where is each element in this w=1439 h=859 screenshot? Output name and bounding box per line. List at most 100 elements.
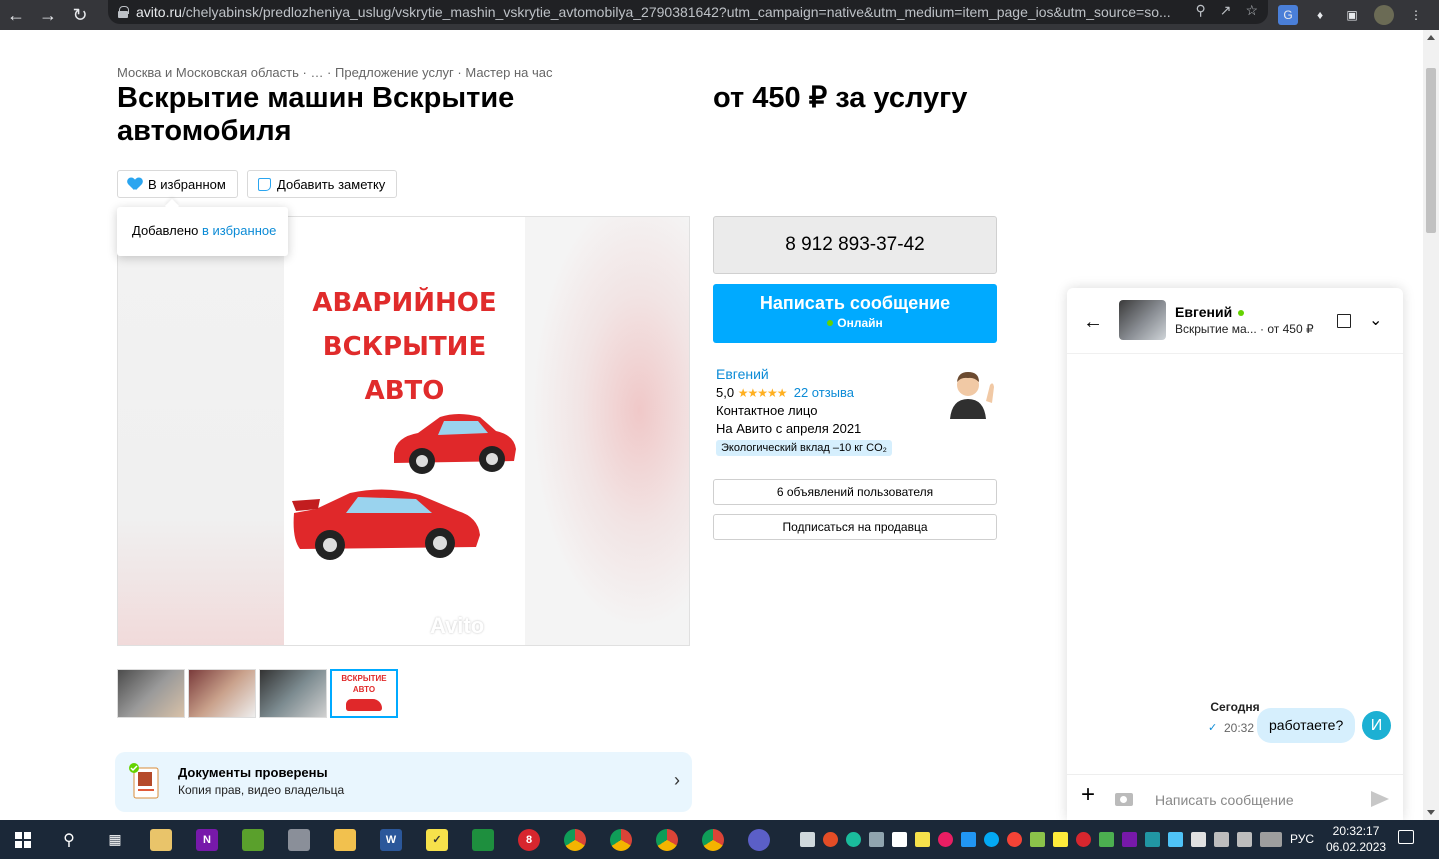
search-icon[interactable]: ⚲ <box>46 820 92 859</box>
file-icon[interactable] <box>138 820 184 859</box>
tray-icon[interactable] <box>984 832 999 847</box>
volume-icon[interactable] <box>1237 832 1252 847</box>
price: от 450 ₽ за услугу <box>713 82 968 114</box>
note-label: Добавить заметку <box>277 176 386 192</box>
forward-icon[interactable]: → <box>32 0 64 30</box>
camera-icon[interactable] <box>1115 793 1133 806</box>
tray-icon[interactable] <box>800 832 815 847</box>
tray-icon[interactable] <box>1053 832 1068 847</box>
favorite-button[interactable]: В избранном <box>117 170 238 198</box>
tray-icon[interactable] <box>1007 832 1022 847</box>
menu-icon[interactable]: ⋮ <box>1406 5 1426 25</box>
favorites-link[interactable]: в избранное <box>202 223 276 238</box>
chevron-down-icon[interactable]: ⌄ <box>1369 310 1382 330</box>
chrome-icon[interactable] <box>644 820 690 859</box>
thumbnail[interactable] <box>188 669 256 718</box>
tray-icon[interactable] <box>892 832 907 847</box>
tray-icon[interactable] <box>938 832 953 847</box>
tray-icon[interactable] <box>869 832 884 847</box>
tray-icon[interactable] <box>823 832 838 847</box>
add-note-button[interactable]: Добавить заметку <box>247 170 397 198</box>
spreadsheet-icon[interactable] <box>460 820 506 859</box>
photo-gallery[interactable]: АВАРИЙНОЕ ВСКРЫТИЕ АВТО Avito <box>117 216 690 646</box>
task-view-icon[interactable]: ▦ <box>92 820 138 859</box>
scrollbar-thumb[interactable] <box>1426 68 1436 233</box>
page-scrollbar[interactable] <box>1423 30 1439 820</box>
tray-icon[interactable] <box>1191 832 1206 847</box>
tray-icon[interactable] <box>846 832 861 847</box>
chat-input-bar: + Написать сообщение <box>1067 774 1403 820</box>
notifications-icon[interactable] <box>1398 830 1414 844</box>
app-8-icon[interactable]: 8 <box>506 820 552 859</box>
back-arrow-icon[interactable]: ← <box>1083 311 1103 334</box>
tray-icon[interactable] <box>961 832 976 847</box>
browser-toolbar: ← → ↻ avito.ru/chelyabinsk/predlozheniya… <box>0 0 1439 30</box>
thumbnail-active[interactable]: ВСКРЫТИЕ АВТО <box>330 669 398 718</box>
onenote-icon[interactable]: N <box>184 820 230 859</box>
sidebar-icon[interactable]: ▣ <box>1342 5 1362 25</box>
translate-icon[interactable]: G <box>1278 5 1298 25</box>
sticky-notes-icon[interactable]: ✓ <box>414 820 460 859</box>
tray-icon[interactable] <box>1168 832 1183 847</box>
breadcrumb[interactable]: Москва и Московская область · … · Предло… <box>117 65 552 80</box>
thumbnail[interactable] <box>117 669 185 718</box>
language-indicator[interactable]: РУС <box>1290 832 1314 846</box>
chrome-icon[interactable] <box>690 820 736 859</box>
message-input[interactable]: Написать сообщение <box>1155 792 1294 808</box>
thumbnail[interactable] <box>259 669 327 718</box>
online-dot-icon <box>1238 310 1245 316</box>
wifi-icon[interactable] <box>1214 832 1229 847</box>
chat-item-photo[interactable] <box>1119 300 1166 340</box>
plus-icon[interactable]: + <box>1081 781 1095 809</box>
word-icon[interactable]: W <box>368 820 414 859</box>
zoom-icon[interactable]: ⚲ <box>1195 2 1205 19</box>
windows-taskbar: ⚲ ▦ N W ✓ 8 РУС 20:32:17 06.02.2023 <box>0 820 1439 859</box>
subscribe-seller-button[interactable]: Подписаться на продавца <box>713 514 997 540</box>
start-button[interactable] <box>0 820 46 859</box>
app-icon[interactable] <box>276 820 322 859</box>
write-message-button[interactable]: Написать сообщение Онлайн <box>713 284 997 343</box>
reload-icon[interactable]: ↻ <box>64 0 96 30</box>
profile-avatar[interactable] <box>1374 5 1394 25</box>
windows-icon <box>15 831 31 848</box>
tray-icon[interactable] <box>1030 832 1045 847</box>
keyboard-icon[interactable] <box>1260 832 1282 847</box>
docs-title: Документы проверены <box>178 765 328 780</box>
share-icon[interactable]: ↗ <box>1220 2 1232 19</box>
favorite-label: В избранном <box>148 176 226 192</box>
scroll-up-icon[interactable] <box>1427 35 1435 40</box>
read-check-icon: ✓ <box>1208 722 1218 734</box>
star-icon[interactable]: ☆ <box>1245 2 1258 19</box>
ad-image-text: АВАРИЙНОЕ ВСКРЫТИЕ АВТО <box>312 288 497 406</box>
user-listings-button[interactable]: 6 объявлений пользователя <box>713 479 997 505</box>
puzzle-icon[interactable]: ♦ <box>1310 5 1330 25</box>
expand-icon[interactable] <box>1337 314 1351 328</box>
chrome-icon[interactable] <box>552 820 598 859</box>
documents-verified-card[interactable]: Документы проверены Копия прав, видео вл… <box>115 752 692 812</box>
phone-button[interactable]: 8 912 893-37-42 <box>713 216 997 274</box>
favorite-tooltip: Добавлено в избранное <box>117 207 288 256</box>
tray-icon[interactable] <box>1145 832 1160 847</box>
chrome-icon[interactable] <box>598 820 644 859</box>
system-tray <box>800 820 1282 859</box>
tray-icon[interactable] <box>1099 832 1114 847</box>
seller-since: На Авито с апреля 2021 <box>716 421 862 436</box>
tray-icon[interactable] <box>1122 832 1137 847</box>
seller-avatar[interactable] <box>946 367 998 419</box>
address-bar[interactable]: avito.ru/chelyabinsk/predlozheniya_uslug… <box>108 0 1268 24</box>
reviews-link[interactable]: 22 отзыва <box>794 385 854 400</box>
eco-badge[interactable]: Экологический вклад –10 кг CO₂ <box>716 440 892 456</box>
app-icon[interactable] <box>736 820 782 859</box>
tray-icon[interactable] <box>1076 832 1091 847</box>
main-photo[interactable]: АВАРИЙНОЕ ВСКРЫТИЕ АВТО Avito <box>284 217 525 645</box>
back-icon[interactable]: ← <box>0 0 32 30</box>
note-icon <box>258 177 271 191</box>
clock[interactable]: 20:32:17 06.02.2023 <box>1326 823 1386 855</box>
notepad-icon[interactable] <box>230 820 276 859</box>
folder-icon[interactable] <box>322 820 368 859</box>
send-icon[interactable] <box>1371 791 1389 807</box>
docs-subtitle: Копия прав, видео владельца <box>178 783 345 797</box>
scroll-down-icon[interactable] <box>1427 810 1435 815</box>
tray-icon[interactable] <box>915 832 930 847</box>
car-icon <box>346 699 382 711</box>
